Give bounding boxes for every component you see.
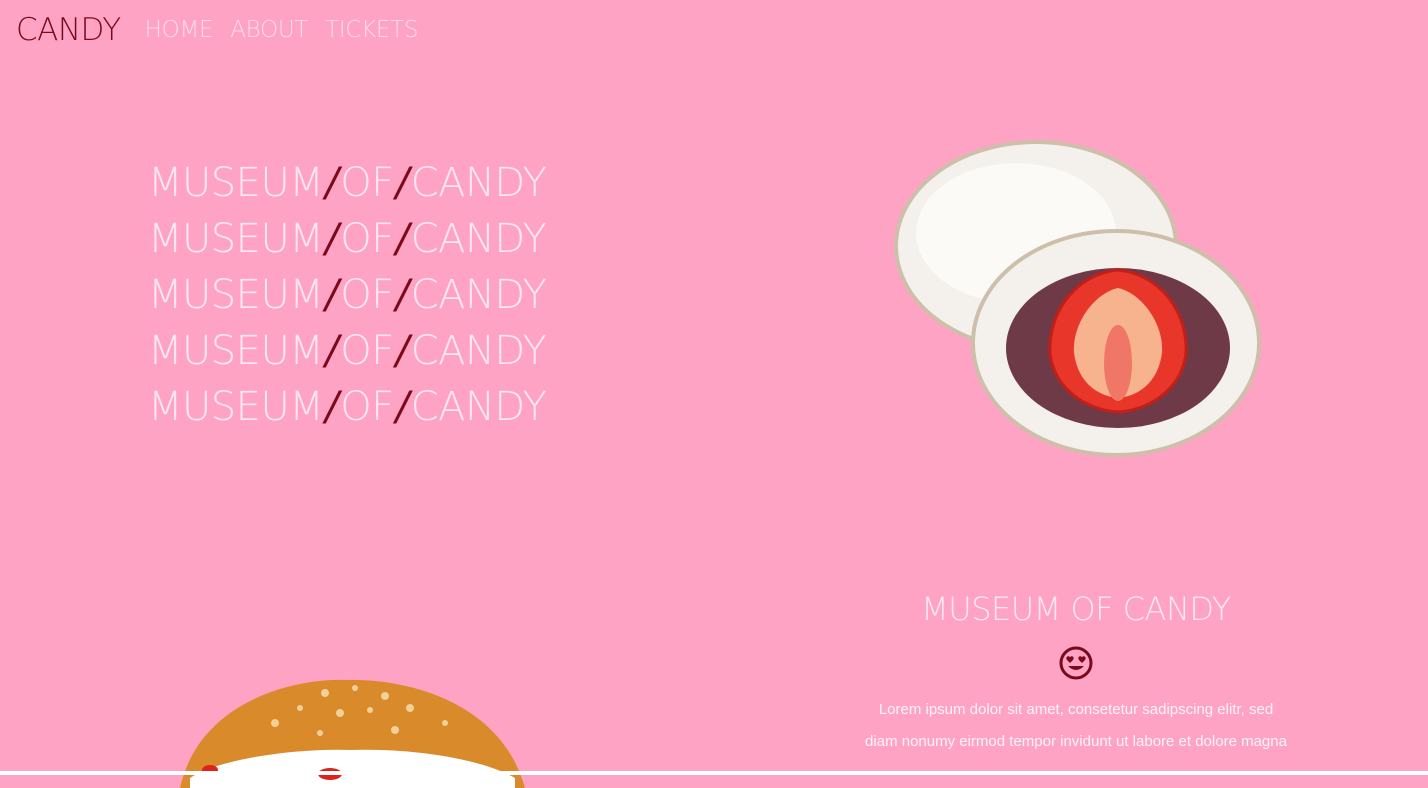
headline-line: MUSEUM / OF / CANDY xyxy=(148,384,547,440)
nav-link-about[interactable]: ABOUT xyxy=(230,17,308,43)
nav-link-tickets[interactable]: TICKETS xyxy=(325,17,418,43)
headline-slash: / xyxy=(395,216,409,262)
headline-word: MUSEUM xyxy=(148,328,324,374)
headline-word: OF xyxy=(340,216,394,262)
brand-logo-link[interactable]: CANDY xyxy=(16,12,121,48)
headline-word: OF xyxy=(340,328,394,374)
lorem-line: Lorem ipsum dolor sit amet, consetetur s… xyxy=(878,701,1274,718)
headline-slash: / xyxy=(395,272,409,318)
headline-slash: / xyxy=(395,328,409,374)
headline-word: OF xyxy=(340,384,394,430)
headline-line: MUSEUM / OF / CANDY xyxy=(148,216,547,272)
headline-word: OF xyxy=(340,160,394,206)
headline-word: OF xyxy=(340,272,394,318)
headline-word: MUSEUM xyxy=(148,384,324,430)
lorem-line: diam nonumy eirmod tempor invidunt ut la… xyxy=(865,733,1287,750)
headline-word: CANDY xyxy=(410,160,547,206)
nav-link-home[interactable]: HOME xyxy=(145,17,214,43)
headline-line: MUSEUM / OF / CANDY xyxy=(148,272,547,328)
headline-slash: / xyxy=(325,384,339,430)
headline-slash: / xyxy=(325,160,339,206)
headline-word: MUSEUM xyxy=(148,216,324,262)
headline-line: MUSEUM / OF / CANDY xyxy=(148,160,547,216)
headline-word: MUSEUM xyxy=(148,160,324,206)
page-bottom-edge xyxy=(0,771,1428,775)
headline-word: MUSEUM xyxy=(148,272,324,318)
headline-word: CANDY xyxy=(410,384,547,430)
headline-word: CANDY xyxy=(410,216,547,262)
info-section: MUSEUM OF CANDY Lorem ipsum dolor sit am… xyxy=(826,590,1326,758)
headline-slash: / xyxy=(325,216,339,262)
heart-eyes-face-icon xyxy=(1059,646,1093,680)
hero-headline: MUSEUM / OF / CANDY MUSEUM / OF / CANDY MUSE… xyxy=(148,160,547,440)
headline-word: CANDY xyxy=(410,272,547,318)
headline-word: CANDY xyxy=(410,328,547,374)
headline-slash: / xyxy=(325,272,339,318)
top-navigation: CANDY HOME ABOUT TICKETS xyxy=(16,8,435,52)
headline-slash: / xyxy=(325,328,339,374)
info-title: MUSEUM OF CANDY xyxy=(921,590,1231,628)
strawberry-daifuku-illustration xyxy=(894,140,1261,457)
headline-slash: / xyxy=(395,160,409,206)
headline-line: MUSEUM / OF / CANDY xyxy=(148,328,547,384)
headline-slash: / xyxy=(395,384,409,430)
